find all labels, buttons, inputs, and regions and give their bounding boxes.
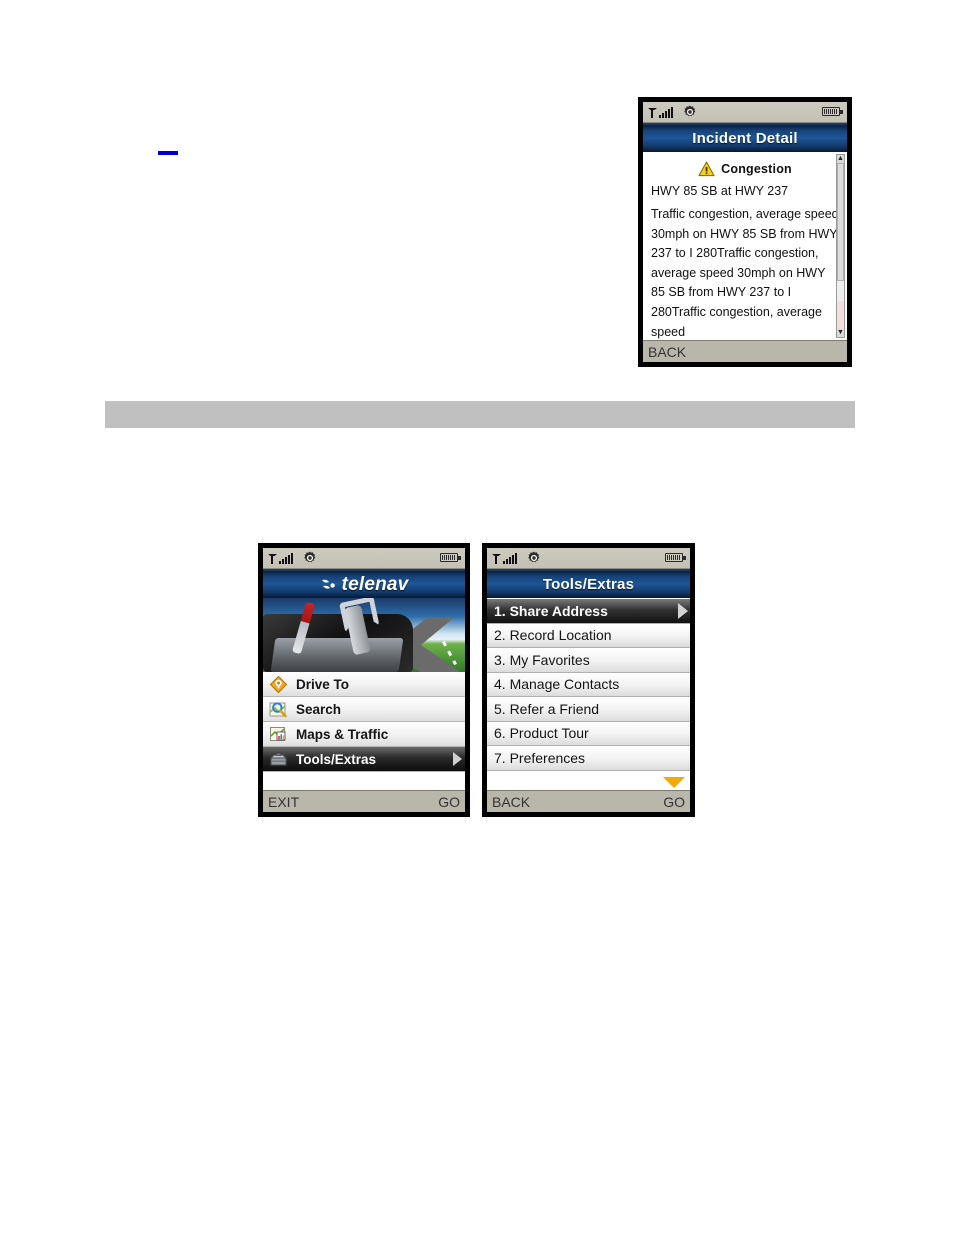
list-item-label: 6. Product Tour — [494, 725, 589, 742]
screen-tools-extras: Tools/Extras 1. Share Address 2. Record … — [487, 548, 690, 812]
brand-title-bar: telenav — [263, 569, 465, 598]
battery-icon — [440, 553, 461, 562]
list-item-refer-a-friend[interactable]: 5. Refer a Friend — [487, 697, 690, 722]
brand-name: telenav — [341, 573, 409, 595]
incident-description: Traffic congestion, average speed 30mph … — [651, 207, 839, 339]
signal-bars-icon — [492, 552, 517, 564]
screen-main-menu: telenav Drive To Search Maps & Traffic T… — [263, 548, 465, 812]
menu-item-label: Maps & Traffic — [296, 726, 389, 742]
menu-item-maps-traffic[interactable]: Maps & Traffic — [263, 722, 465, 747]
softkey-left-back[interactable]: BACK — [648, 344, 686, 360]
search-icon — [269, 700, 288, 719]
maps-traffic-icon — [269, 725, 288, 744]
signal-bars-icon — [648, 106, 673, 118]
list-item-share-address[interactable]: 1. Share Address — [487, 599, 690, 624]
softkey-bar: EXIT GO — [263, 790, 465, 812]
vertical-scrollbar[interactable]: ▲ ▼ — [836, 154, 845, 338]
menu-item-label: Drive To — [296, 676, 350, 692]
list-item-record-location[interactable]: 2. Record Location — [487, 623, 690, 648]
softkey-right-go[interactable]: GO — [663, 794, 685, 810]
scrollbar-track-lower[interactable] — [837, 301, 844, 329]
list-item-product-tour[interactable]: 6. Product Tour — [487, 721, 690, 746]
list-item-label: 4. Manage Contacts — [494, 676, 620, 693]
menu-item-tools-extras[interactable]: Tools/Extras — [263, 747, 465, 772]
screen-incident-detail: Incident Detail Congestion HWY 85 SB at … — [643, 102, 847, 362]
status-bar — [487, 548, 690, 569]
scrollbar-up-arrow[interactable]: ▲ — [837, 155, 844, 163]
warning-triangle-icon — [698, 161, 715, 177]
tools-title-bar: Tools/Extras — [487, 569, 690, 598]
hero-image-tools-road — [263, 598, 465, 672]
section-divider-band — [105, 401, 855, 428]
drive-to-icon — [269, 675, 288, 694]
phone-main-menu: telenav Drive To Search Maps & Traffic T… — [258, 543, 470, 817]
phone-tools-extras: Tools/Extras 1. Share Address 2. Record … — [482, 543, 695, 817]
status-bar — [263, 548, 465, 569]
gear-icon — [683, 105, 697, 119]
signal-bars-icon — [268, 552, 293, 564]
blue-link-rule — [158, 151, 178, 155]
scrollbar-thumb[interactable] — [837, 163, 844, 281]
scrollbar-down-arrow[interactable]: ▼ — [837, 329, 844, 337]
battery-icon — [822, 107, 843, 116]
menu-item-drive-to[interactable]: Drive To — [263, 672, 465, 697]
list-item-label: 2. Record Location — [494, 627, 612, 644]
list-item-manage-contacts[interactable]: 4. Manage Contacts — [487, 672, 690, 697]
main-menu-list: Drive To Search Maps & Traffic Tools/Ext… — [263, 672, 465, 772]
chevron-right-icon — [678, 602, 688, 619]
softkey-left-exit[interactable]: EXIT — [268, 794, 299, 810]
list-item-preferences[interactable]: 7. Preferences — [487, 746, 690, 771]
softkey-bar: BACK GO — [487, 790, 690, 812]
list-item-label: 3. My Favorites — [494, 651, 590, 668]
gear-icon — [527, 551, 541, 565]
tools-list-content: 1. Share Address 2. Record Location 3. M… — [487, 598, 690, 790]
menu-item-label: Search — [296, 701, 342, 717]
tools-extras-icon — [269, 750, 288, 769]
tools-list: 1. Share Address 2. Record Location 3. M… — [487, 598, 690, 771]
main-menu-content: Drive To Search Maps & Traffic Tools/Ext… — [263, 598, 465, 790]
incident-location: HWY 85 SB at HWY 237 — [651, 184, 789, 198]
scroll-down-arrow-icon[interactable] — [663, 777, 685, 788]
incident-title-bar: Incident Detail — [643, 123, 847, 152]
menu-item-search[interactable]: Search — [263, 697, 465, 722]
softkey-bar: BACK — [643, 340, 847, 362]
softkey-right-go[interactable]: GO — [438, 794, 460, 810]
list-item-label: 7. Preferences — [494, 749, 586, 766]
incident-type-label: Congestion — [721, 162, 792, 176]
softkey-left-back[interactable]: BACK — [492, 794, 530, 810]
telenav-logo-icon — [320, 577, 336, 593]
phone-incident-detail: Incident Detail Congestion HWY 85 SB at … — [638, 97, 852, 367]
menu-item-label: Tools/Extras — [296, 751, 377, 767]
page-title: Tools/Extras — [542, 576, 635, 593]
battery-icon — [665, 553, 686, 562]
incident-content: Congestion HWY 85 SB at HWY 237 Traffic … — [643, 152, 847, 340]
list-item-label: 1. Share Address — [494, 602, 608, 619]
page-title: Incident Detail — [692, 130, 798, 147]
list-item-label: 5. Refer a Friend — [494, 700, 600, 717]
incident-header: Congestion — [649, 161, 841, 177]
list-item-my-favorites[interactable]: 3. My Favorites — [487, 648, 690, 673]
gear-icon — [303, 551, 317, 565]
status-bar — [643, 102, 847, 123]
chevron-right-icon — [453, 752, 462, 766]
